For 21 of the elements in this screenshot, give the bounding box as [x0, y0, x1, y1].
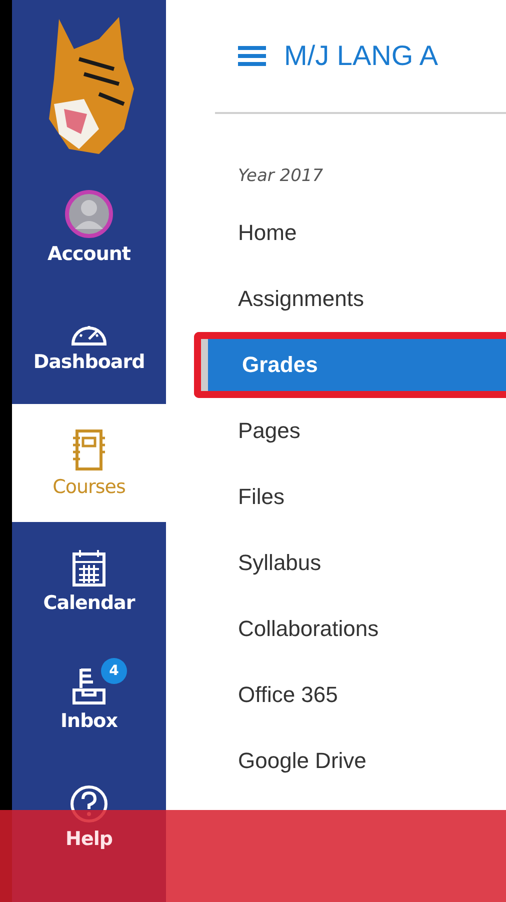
course-nav-link[interactable]: Syllabus [166, 530, 506, 596]
menu-icon[interactable] [238, 45, 266, 67]
course-nav-link[interactable]: Collaborations [166, 596, 506, 662]
nav-item[interactable]: 4 Inbox [12, 640, 166, 758]
nav-item[interactable]: Account [12, 168, 166, 286]
course-nav-link[interactable]: Grades [201, 339, 506, 391]
course-nav-link[interactable]: Assignments [166, 266, 506, 332]
course-nav-link[interactable]: Files [166, 464, 506, 530]
course-nav-link[interactable]: Google Drive [166, 728, 506, 794]
notebook-icon [71, 428, 107, 472]
course-nav-link[interactable]: Pages [166, 398, 506, 464]
inbox-tray-icon [71, 666, 107, 706]
avatar-icon [64, 189, 114, 239]
course-title: M/J LANG A [284, 40, 438, 72]
term-label: Year 2017 [238, 166, 324, 186]
nav-item[interactable]: Dashboard [12, 286, 166, 404]
calendar-icon [71, 548, 107, 588]
nav-item[interactable]: Calendar [12, 522, 166, 640]
unread-count-badge: 4 [101, 658, 127, 684]
course-nav-link[interactable]: Home [166, 200, 506, 266]
course-nav-link[interactable]: Office 365 [166, 662, 506, 728]
